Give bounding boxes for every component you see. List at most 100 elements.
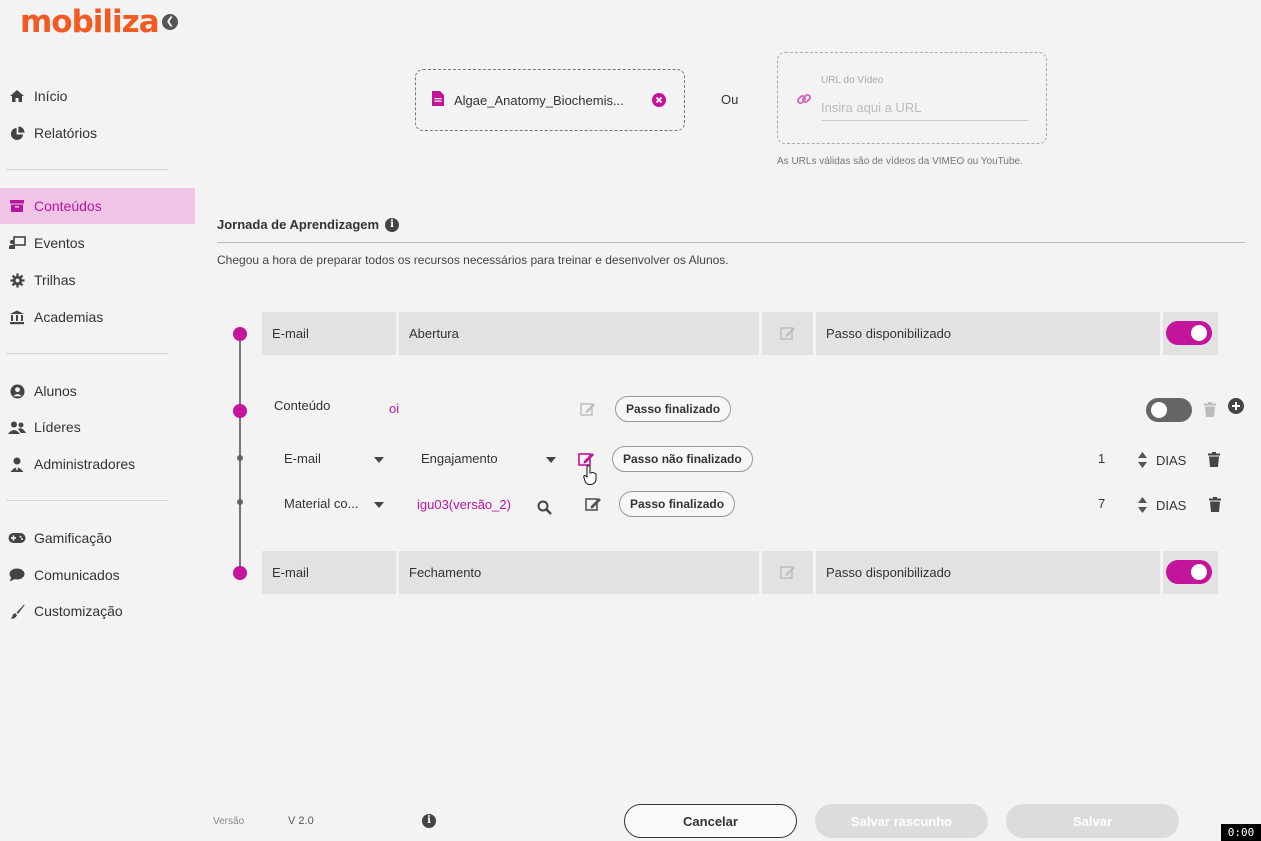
divider [6, 500, 168, 501]
url-hint: As URLs válidas são de vídeos da VIMEO o… [777, 156, 1023, 167]
presentation-icon [8, 234, 26, 252]
step-status: Passo disponibilizado [816, 312, 1160, 355]
step-days-value[interactable]: 1 [1098, 451, 1105, 466]
sidebar-item-label: Início [34, 88, 68, 104]
hand-cursor-icon [582, 464, 598, 486]
file-upload-box[interactable]: Algae_Anatomy_Biochemis... [415, 69, 685, 131]
step-days-unit: DIAS [1156, 498, 1187, 513]
sidebar-item-trilhas[interactable]: Trilhas [0, 262, 195, 298]
trash-icon[interactable] [1208, 496, 1222, 512]
sidebar-item-alunos[interactable]: Alunos [0, 373, 195, 409]
timeline-line [239, 333, 241, 573]
sidebar-item-label: Administradores [34, 456, 136, 472]
trash-icon[interactable] [1202, 401, 1218, 417]
step-type-select[interactable]: E-mail [284, 451, 321, 466]
pie-chart-icon [8, 124, 26, 142]
gear-icon [8, 271, 26, 289]
chat-bubble-icon [8, 566, 26, 584]
sidebar-item-gamificacao[interactable]: Gamificação [0, 520, 195, 556]
info-icon[interactable]: i [421, 813, 437, 829]
sidebar-item-label: Customização [34, 603, 123, 619]
add-step-icon[interactable] [1228, 398, 1244, 414]
sidebar-item-label: Comunicados [34, 567, 120, 583]
sidebar-item-conteudos[interactable]: Conteúdos [0, 188, 195, 224]
edit-icon[interactable] [584, 495, 602, 513]
recording-timer: 0:00 [1221, 824, 1261, 841]
divider [6, 169, 168, 170]
opening-step-row: E-mail Abertura Passo disponibilizado [262, 312, 1218, 355]
version-value: V 2.0 [288, 815, 314, 827]
sort-stepper-icon[interactable] [1136, 451, 1148, 469]
sidebar-item-academias[interactable]: Academias [0, 299, 195, 335]
sidebar-item-eventos[interactable]: Eventos [0, 225, 195, 261]
caret-down-icon[interactable] [373, 454, 385, 466]
step-days-value[interactable]: 7 [1098, 496, 1105, 511]
step-template-select[interactable]: igu03(versão_2) [417, 497, 511, 512]
content-toggle[interactable] [1146, 398, 1192, 422]
content-status-pill: Passo finalizado [615, 396, 732, 422]
cancel-button[interactable]: Cancelar [624, 804, 797, 838]
timeline-dot [237, 455, 243, 461]
edit-icon [762, 312, 813, 355]
closing-toggle[interactable] [1166, 560, 1212, 584]
collapse-sidebar-icon[interactable]: ❮ [162, 14, 178, 30]
step-type: E-mail [262, 551, 396, 594]
trash-icon[interactable] [1207, 451, 1221, 467]
link-icon [796, 91, 812, 110]
step-type: E-mail [262, 312, 396, 355]
sort-stepper-icon[interactable] [1136, 496, 1148, 514]
sidebar-item-label: Gamificação [34, 530, 112, 546]
timeline-dot [233, 327, 247, 341]
opening-toggle[interactable] [1166, 321, 1212, 345]
file-name: Algae_Anatomy_Biochemis... [454, 92, 624, 108]
sidebar-item-label: Trilhas [34, 272, 76, 288]
sidebar-item-comunicados[interactable]: Comunicados [0, 557, 195, 593]
url-field-label: URL do Vídeo [821, 75, 884, 86]
divider [217, 242, 1245, 243]
search-icon[interactable] [536, 499, 552, 515]
users-icon [8, 418, 26, 436]
step-name: Abertura [399, 312, 759, 355]
info-icon[interactable]: i [385, 217, 400, 232]
content-value[interactable]: oi [389, 401, 399, 416]
caret-down-icon[interactable] [373, 499, 385, 511]
archive-box-icon [8, 197, 26, 215]
remove-file-icon[interactable] [652, 93, 666, 110]
save-button[interactable]: Salvar [1006, 804, 1179, 838]
sidebar-item-label: Líderes [34, 419, 81, 435]
timeline-dot [237, 499, 243, 505]
sidebar-item-label: Eventos [34, 235, 85, 251]
sidebar-item-label: Academias [34, 309, 104, 325]
user-circle-icon [8, 382, 26, 400]
institution-icon [8, 308, 26, 326]
edit-icon[interactable] [579, 401, 597, 417]
edit-icon [762, 551, 813, 594]
video-url-box: URL do Vídeo [777, 52, 1047, 144]
step-template-select[interactable]: Engajamento [421, 451, 498, 466]
journey-title-text: Jornada de Aprendizagem [217, 217, 380, 232]
sidebar-item-administradores[interactable]: Administradores [0, 446, 195, 482]
journey-title: Jornada de Aprendizagem i [217, 217, 400, 232]
step-status: Passo disponibilizado [816, 551, 1160, 594]
closing-step-row: E-mail Fechamento Passo disponibilizado [262, 551, 1218, 594]
divider [6, 353, 168, 354]
step-name: Fechamento [399, 551, 759, 594]
step-type-select[interactable]: Material co... [284, 496, 358, 511]
video-url-input[interactable] [821, 95, 1028, 121]
file-icon [432, 91, 444, 109]
sidebar-item-inicio[interactable]: Início [0, 78, 195, 114]
caret-down-icon[interactable] [545, 454, 557, 466]
user-tie-icon [8, 455, 26, 473]
gamepad-icon [8, 529, 26, 547]
logo: mobiliza [20, 4, 160, 40]
sidebar-item-relatorios[interactable]: Relatórios [0, 115, 195, 151]
save-draft-button[interactable]: Salvar rascunho [815, 804, 988, 838]
sidebar-item-label: Alunos [34, 383, 77, 399]
sidebar-item-customizacao[interactable]: Customização [0, 593, 195, 629]
step-status-pill: Passo finalizado [619, 491, 736, 517]
timeline-dot [233, 404, 247, 418]
sidebar-item-label: Relatórios [34, 125, 98, 141]
sidebar-item-lideres[interactable]: Líderes [0, 409, 195, 445]
step-days-unit: DIAS [1156, 453, 1187, 468]
journey-description: Chegou a hora de preparar todos os recur… [217, 253, 729, 267]
